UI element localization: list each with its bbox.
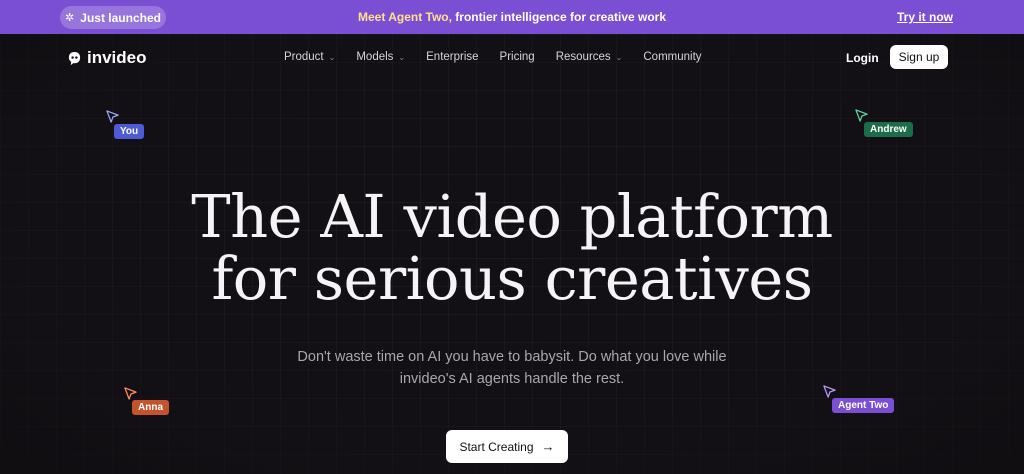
try-it-now-link[interactable]: Try it now <box>897 10 953 24</box>
nav-item-community[interactable]: Community <box>643 51 701 63</box>
invideo-logo-icon <box>68 51 81 65</box>
start-creating-button[interactable]: Start Creating → <box>446 430 568 463</box>
nav-item-label: Community <box>643 51 702 63</box>
chevron-down-icon: ⌄ <box>328 52 336 62</box>
cursor-label: Anna <box>132 400 169 415</box>
announcement-text: frontier intelligence for creative work <box>451 10 667 24</box>
arrow-right-icon: → <box>541 439 555 454</box>
nav-item-resources[interactable]: Resources ⌄ <box>556 51 623 63</box>
nav-item-pricing[interactable]: Pricing <box>500 51 535 63</box>
nav-item-label: Enterprise <box>426 51 479 63</box>
nav-links: Product ⌄ Models ⌄ Enterprise Pricing Re… <box>284 51 723 63</box>
cursor-label: Andrew <box>864 122 913 137</box>
login-link[interactable]: Login <box>846 51 879 65</box>
hero-subtitle: Don't waste time on AI you have to babys… <box>262 346 762 390</box>
nav-item-label: Product <box>284 51 324 63</box>
nav-item-product[interactable]: Product ⌄ <box>284 51 335 63</box>
headline-line-2: for serious creatives <box>211 244 813 313</box>
cursor-label: You <box>114 124 145 139</box>
cursor-agent-two: Agent Two <box>823 385 895 413</box>
cursor-arrow-icon <box>106 110 119 123</box>
chevron-down-icon: ⌄ <box>615 52 623 62</box>
cursor-arrow-icon <box>855 109 868 122</box>
cursor-andrew: Andrew <box>855 109 913 137</box>
nav-item-label: Resources <box>555 51 611 63</box>
cursor-you: You <box>106 110 145 139</box>
hero-headline: The AI video platform for serious creati… <box>0 186 1024 310</box>
announcement-bar: ✲ Just launched Meet Agent Two, frontier… <box>0 0 1024 34</box>
announcement-highlight: Meet Agent Two, <box>357 10 452 24</box>
nav-item-label: Models <box>356 51 394 63</box>
logo-text: invideo <box>87 48 147 67</box>
subtitle-line-1: Don't waste time on AI you have to babys… <box>297 349 727 365</box>
subtitle-line-2: invideo's AI agents handle the rest. <box>399 371 625 387</box>
nav-item-enterprise[interactable]: Enterprise <box>426 51 478 63</box>
announcement-message: Meet Agent Two, frontier intelligence fo… <box>0 10 1024 24</box>
cursor-label: Agent Two <box>832 398 895 413</box>
cursor-arrow-icon <box>823 385 836 398</box>
sign-up-button[interactable]: Sign up <box>890 45 948 69</box>
cursor-anna: Anna <box>124 387 169 415</box>
headline-line-1: The AI video platform <box>191 182 833 251</box>
nav-item-label: Pricing <box>499 51 535 63</box>
top-nav: invideo Product ⌄ Models ⌄ Enterprise Pr… <box>0 34 1024 80</box>
start-creating-label: Start Creating <box>459 439 534 454</box>
cursor-arrow-icon <box>124 387 137 400</box>
chevron-down-icon: ⌄ <box>398 52 406 62</box>
nav-item-models[interactable]: Models ⌄ <box>356 51 405 63</box>
invideo-logo[interactable]: invideo <box>67 48 147 68</box>
